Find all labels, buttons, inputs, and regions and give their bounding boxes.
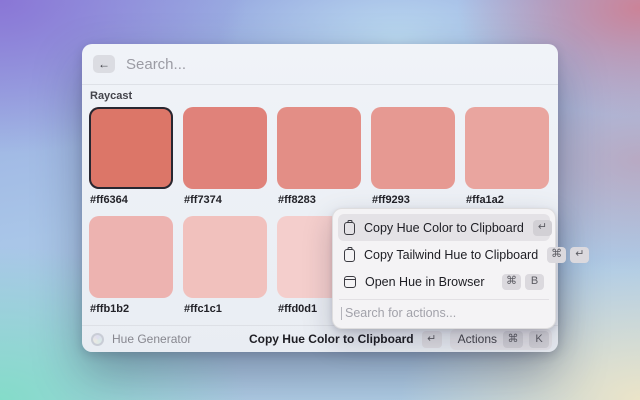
command-key-badge: ⌘	[547, 247, 566, 263]
color-swatch-selected[interactable]	[89, 107, 173, 189]
swatch-hex-label: #ffa1a2	[466, 194, 549, 206]
text-cursor	[341, 307, 342, 320]
extension-info: Hue Generator	[91, 332, 191, 346]
menu-item-shortcut: ↵	[533, 220, 552, 236]
desktop-background: ← Search... Raycast #ff6364 #ff7374 #ff8…	[0, 0, 640, 400]
color-swatch[interactable]	[89, 216, 173, 298]
swatch-hex-label: #ff8283	[278, 194, 361, 206]
k-key-badge: K	[529, 331, 549, 348]
swatch-cell[interactable]: #ff7374	[183, 107, 267, 206]
search-input[interactable]: Search...	[126, 56, 186, 73]
color-swatch[interactable]	[183, 107, 267, 189]
hue-generator-icon	[91, 333, 104, 346]
search-header: ← Search...	[82, 44, 558, 84]
command-key-badge: ⌘	[503, 331, 523, 348]
clipboard-icon	[344, 249, 355, 262]
swatch-cell[interactable]: #ff6364	[89, 107, 173, 206]
browser-window-icon	[344, 276, 356, 288]
raycast-window: ← Search... Raycast #ff6364 #ff7374 #ff8…	[82, 44, 558, 352]
footer-actions: Copy Hue Color to Clipboard ↵ Actions ⌘ …	[249, 329, 552, 350]
actions-button[interactable]: Actions ⌘ K	[450, 329, 552, 350]
return-key-badge: ↵	[422, 331, 442, 348]
menu-item-open-in-browser[interactable]: Open Hue in Browser ⌘ B	[338, 268, 550, 295]
menu-item-shortcut: ⌘ ↵	[547, 247, 589, 263]
clipboard-icon	[344, 222, 355, 235]
b-key-badge: B	[525, 274, 544, 290]
section-label: Raycast	[90, 90, 558, 102]
swatch-cell[interactable]: #ff9293	[371, 107, 455, 206]
arrow-left-icon: ←	[98, 58, 110, 70]
status-bar: Hue Generator Copy Hue Color to Clipboar…	[82, 325, 558, 352]
swatch-hex-label: #ff9293	[372, 194, 455, 206]
menu-item-copy-hue-color[interactable]: Copy Hue Color to Clipboard ↵	[338, 214, 550, 241]
actions-button-label: Actions	[458, 332, 497, 346]
menu-item-label: Copy Tailwind Hue to Clipboard	[364, 248, 538, 262]
return-key-badge: ↵	[570, 247, 589, 263]
extension-name: Hue Generator	[112, 332, 191, 346]
swatch-cell[interactable]: #ffb1b2	[89, 216, 173, 315]
header-divider	[82, 84, 558, 85]
return-key-badge: ↵	[533, 220, 552, 236]
actions-search-placeholder: Search for actions...	[345, 306, 456, 320]
back-button[interactable]: ←	[93, 55, 115, 73]
color-swatch[interactable]	[183, 216, 267, 298]
actions-menu-popup: Copy Hue Color to Clipboard ↵ Copy Tailw…	[332, 208, 556, 329]
swatch-hex-label: #ff6364	[90, 194, 173, 206]
menu-item-label: Open Hue in Browser	[365, 275, 493, 289]
color-swatch[interactable]	[371, 107, 455, 189]
swatch-cell[interactable]: #ffc1c1	[183, 216, 267, 315]
color-swatch[interactable]	[465, 107, 549, 189]
command-key-badge: ⌘	[502, 274, 521, 290]
swatch-row-1: #ff6364 #ff7374 #ff8283 #ff9293 #ffa1a2	[82, 107, 558, 206]
swatch-cell[interactable]: #ff8283	[277, 107, 361, 206]
actions-search-input[interactable]: Search for actions...	[338, 300, 550, 323]
primary-action-label[interactable]: Copy Hue Color to Clipboard	[249, 332, 414, 346]
swatch-hex-label: #ff7374	[184, 194, 267, 206]
menu-item-label: Copy Hue Color to Clipboard	[364, 221, 524, 235]
swatch-hex-label: #ffc1c1	[184, 303, 267, 315]
menu-item-copy-tailwind-hue[interactable]: Copy Tailwind Hue to Clipboard ⌘ ↵	[338, 241, 550, 268]
menu-item-shortcut: ⌘ B	[502, 274, 544, 290]
swatch-cell[interactable]: #ffa1a2	[465, 107, 549, 206]
color-swatch[interactable]	[277, 107, 361, 189]
swatch-hex-label: #ffb1b2	[90, 303, 173, 315]
